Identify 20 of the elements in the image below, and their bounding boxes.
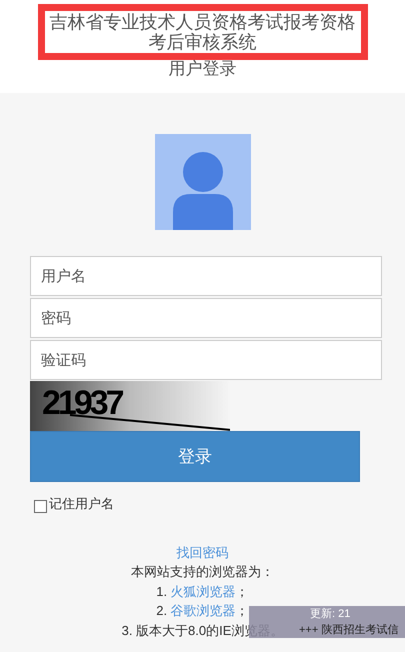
system-title: 吉林省专业技术人员资格考试报考资格考后审核系统 — [48, 12, 356, 52]
input-field[interactable]: 验证码 — [30, 340, 382, 380]
notice-ticker: +++ 陕西招生考试信 — [299, 623, 398, 637]
remember-checkbox[interactable] — [34, 500, 47, 513]
browser-link[interactable]: 谷歌浏览器 — [170, 601, 236, 620]
browser-item-suffix: ； — [236, 602, 249, 620]
login-button[interactable]: 登录 — [30, 431, 360, 482]
input-field[interactable]: 用户名 — [30, 256, 382, 296]
browser-support-text: 本网站支持的浏览器为： — [131, 563, 274, 581]
browser-item: 2. — [156, 602, 168, 620]
recover-password-link[interactable]: 找回密码 — [176, 542, 228, 562]
browser-link[interactable]: 火狐浏览器 — [170, 582, 236, 601]
input-field[interactable]: 密码 — [30, 298, 382, 338]
captcha-image[interactable]: 21937 — [30, 381, 230, 431]
browser-item-suffix: ； — [236, 582, 249, 600]
update-count: 更新: 21 — [310, 607, 350, 621]
page-subtitle: 用户登录 — [168, 59, 236, 79]
remember-label: 记住用户名 — [49, 495, 114, 513]
user-avatar-icon — [154, 134, 250, 230]
browser-item: 1. — [156, 582, 168, 600]
